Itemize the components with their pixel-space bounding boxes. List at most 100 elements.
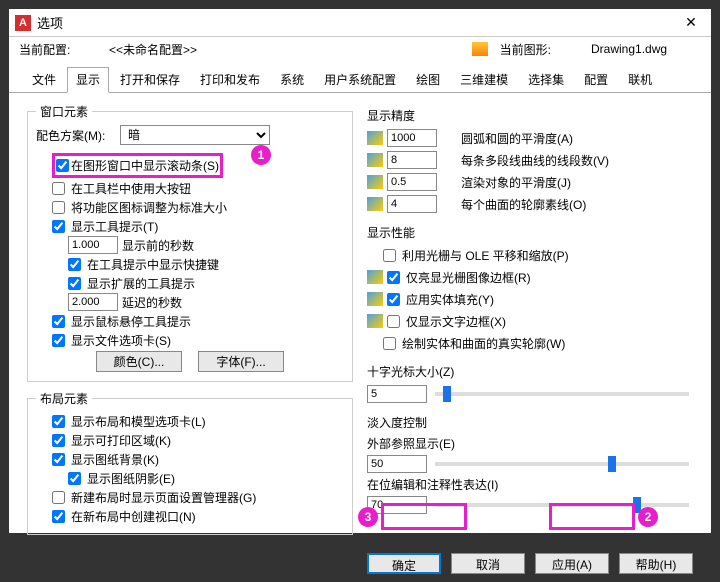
cancel-button[interactable]: 取消	[451, 553, 525, 574]
tab-user-pref[interactable]: 用户系统配置	[315, 67, 405, 92]
tab-plot-publish[interactable]: 打印和发布	[191, 67, 269, 92]
tab-drafting[interactable]: 绘图	[407, 67, 449, 92]
callout-2: 2	[638, 507, 658, 527]
tab-open-save[interactable]: 打开和保存	[111, 67, 189, 92]
ext-delay-label: 延迟的秒数	[122, 294, 182, 311]
text-frame-checkbox[interactable]	[387, 315, 400, 328]
drawing-icon	[367, 292, 383, 306]
pan-zoom-raster-label: 利用光栅与 OLE 平移和缩放(P)	[402, 247, 569, 264]
tab-online[interactable]: 联机	[619, 67, 661, 92]
drawing-icon	[367, 153, 383, 167]
window-elements-group: 窗口元素 配色方案(M): 暗 在图形窗口中显示滚动条(S) 在工具栏中使用大按…	[27, 103, 353, 382]
show-file-tabs-label: 显示文件选项卡(S)	[71, 332, 171, 349]
xref-display-slider[interactable]	[435, 462, 689, 466]
left-column: 窗口元素 配色方案(M): 暗 在图形窗口中显示滚动条(S) 在工具栏中使用大按…	[27, 103, 353, 541]
show-printable-checkbox[interactable]	[52, 434, 65, 447]
show-hover-label: 显示鼠标悬停工具提示	[71, 313, 191, 330]
profile-bar: 当前配置: <<未命名配置>> 当前图形: Drawing1.dwg	[9, 37, 711, 61]
tooltip-seconds-input[interactable]	[68, 236, 118, 254]
help-button[interactable]: 帮助(H)	[619, 553, 693, 574]
drawing-icon	[472, 42, 488, 56]
surface-contour-input[interactable]	[387, 195, 437, 213]
ok-button[interactable]: 确定	[367, 553, 441, 574]
drawing-icon	[367, 131, 383, 145]
fade-control-legend: 淡入度控制	[367, 414, 693, 431]
display-precision-legend: 显示精度	[367, 107, 693, 124]
callout-1: 1	[251, 145, 271, 165]
new-layout-viewport-label: 在新布局中创建视口(N)	[71, 508, 196, 525]
tab-display[interactable]: 显示	[67, 67, 109, 93]
ext-delay-input[interactable]	[68, 293, 118, 311]
current-drawing-label: 当前图形:	[500, 41, 551, 58]
new-layout-pagesetup-label: 新建布局时显示页面设置管理器(G)	[71, 489, 256, 506]
tab-files[interactable]: 文件	[23, 67, 65, 92]
layout-elements-group: 布局元素 显示布局和模型选项卡(L) 显示可打印区域(K) 显示图纸背景(K) …	[27, 390, 353, 535]
show-tooltips-checkbox[interactable]	[52, 220, 65, 233]
inplace-edit-slider[interactable]	[435, 503, 689, 507]
show-layout-tabs-label: 显示布局和模型选项卡(L)	[71, 413, 206, 430]
new-layout-pagesetup-checkbox[interactable]	[52, 491, 65, 504]
show-paper-shadow-checkbox[interactable]	[68, 472, 81, 485]
display-performance-legend: 显示性能	[367, 224, 693, 241]
show-paper-bg-checkbox[interactable]	[52, 453, 65, 466]
show-shortcut-checkbox[interactable]	[68, 258, 81, 271]
crosshair-size-input[interactable]	[367, 385, 427, 403]
inplace-edit-label: 在位编辑和注释性表达(I)	[367, 476, 693, 493]
highlight-raster-checkbox[interactable]	[387, 271, 400, 284]
arc-smoothness-input[interactable]	[387, 129, 437, 147]
show-paper-bg-label: 显示图纸背景(K)	[71, 451, 159, 468]
app-logo: A	[15, 15, 31, 31]
show-layout-tabs-checkbox[interactable]	[52, 415, 65, 428]
xref-display-label: 外部参照显示(E)	[367, 435, 693, 452]
polyline-segments-label: 每条多段线曲线的线段数(V)	[461, 152, 609, 169]
show-scrollbars-highlight: 在图形窗口中显示滚动条(S)	[52, 153, 223, 178]
tab-selection[interactable]: 选择集	[519, 67, 573, 92]
resize-ribbon-checkbox[interactable]	[52, 201, 65, 214]
show-scrollbars-checkbox[interactable]	[56, 159, 69, 172]
show-tooltips-label: 显示工具提示(T)	[71, 218, 158, 235]
large-buttons-checkbox[interactable]	[52, 182, 65, 195]
crosshair-size-slider[interactable]	[435, 392, 689, 396]
xref-display-input[interactable]	[367, 455, 427, 473]
close-button[interactable]: ✕	[671, 9, 711, 37]
surface-contour-label: 每个曲面的轮廓素线(O)	[461, 196, 586, 213]
resize-ribbon-label: 将功能区图标调整为标准大小	[71, 199, 227, 216]
pan-zoom-raster-checkbox[interactable]	[383, 249, 396, 262]
tab-system[interactable]: 系统	[271, 67, 313, 92]
color-scheme-select[interactable]: 暗	[120, 125, 270, 145]
show-shortcut-label: 在工具提示中显示快捷键	[87, 256, 219, 273]
solid-fill-label: 应用实体填充(Y)	[406, 291, 494, 308]
color-scheme-label: 配色方案(M):	[36, 127, 116, 144]
fonts-button[interactable]: 字体(F)...	[198, 351, 284, 372]
polyline-segments-input[interactable]	[387, 151, 437, 169]
true-silhouette-checkbox[interactable]	[383, 337, 396, 350]
tab-profiles[interactable]: 配置	[575, 67, 617, 92]
show-hover-checkbox[interactable]	[52, 315, 65, 328]
show-file-tabs-checkbox[interactable]	[52, 334, 65, 347]
highlight-raster-label: 仅亮显光栅图像边框(R)	[406, 269, 531, 286]
options-dialog: A 选项 ✕ 当前配置: <<未命名配置>> 当前图形: Drawing1.dw…	[8, 8, 712, 534]
drawing-icon	[367, 270, 383, 284]
show-scrollbars-label: 在图形窗口中显示滚动条(S)	[71, 157, 219, 174]
show-ext-tooltip-checkbox[interactable]	[68, 277, 81, 290]
tab-3d-modeling[interactable]: 三维建模	[451, 67, 517, 92]
crosshair-size-legend: 十字光标大小(Z)	[367, 363, 693, 380]
new-layout-viewport-checkbox[interactable]	[52, 510, 65, 523]
render-smoothness-label: 渲染对象的平滑度(J)	[461, 174, 571, 191]
colors-button[interactable]: 颜色(C)...	[96, 351, 182, 372]
render-smoothness-input[interactable]	[387, 173, 437, 191]
content-area: 窗口元素 配色方案(M): 暗 在图形窗口中显示滚动条(S) 在工具栏中使用大按…	[9, 93, 711, 545]
window-elements-legend: 窗口元素	[36, 103, 92, 120]
show-paper-shadow-label: 显示图纸阴影(E)	[87, 470, 175, 487]
solid-fill-checkbox[interactable]	[387, 293, 400, 306]
titlebar: A 选项 ✕	[9, 9, 711, 37]
right-column: 显示精度 圆弧和圆的平滑度(A) 每条多段线曲线的线段数(V) 渲染对象的平滑度…	[367, 103, 693, 541]
show-printable-label: 显示可打印区域(K)	[71, 432, 171, 449]
text-frame-label: 仅显示文字边框(X)	[406, 313, 506, 330]
true-silhouette-label: 绘制实体和曲面的真实轮廓(W)	[402, 335, 565, 352]
drawing-icon	[367, 175, 383, 189]
large-buttons-label: 在工具栏中使用大按钮	[71, 180, 191, 197]
arc-smoothness-label: 圆弧和圆的平滑度(A)	[461, 130, 573, 147]
apply-button[interactable]: 应用(A)	[535, 553, 609, 574]
drawing-icon	[367, 314, 383, 328]
